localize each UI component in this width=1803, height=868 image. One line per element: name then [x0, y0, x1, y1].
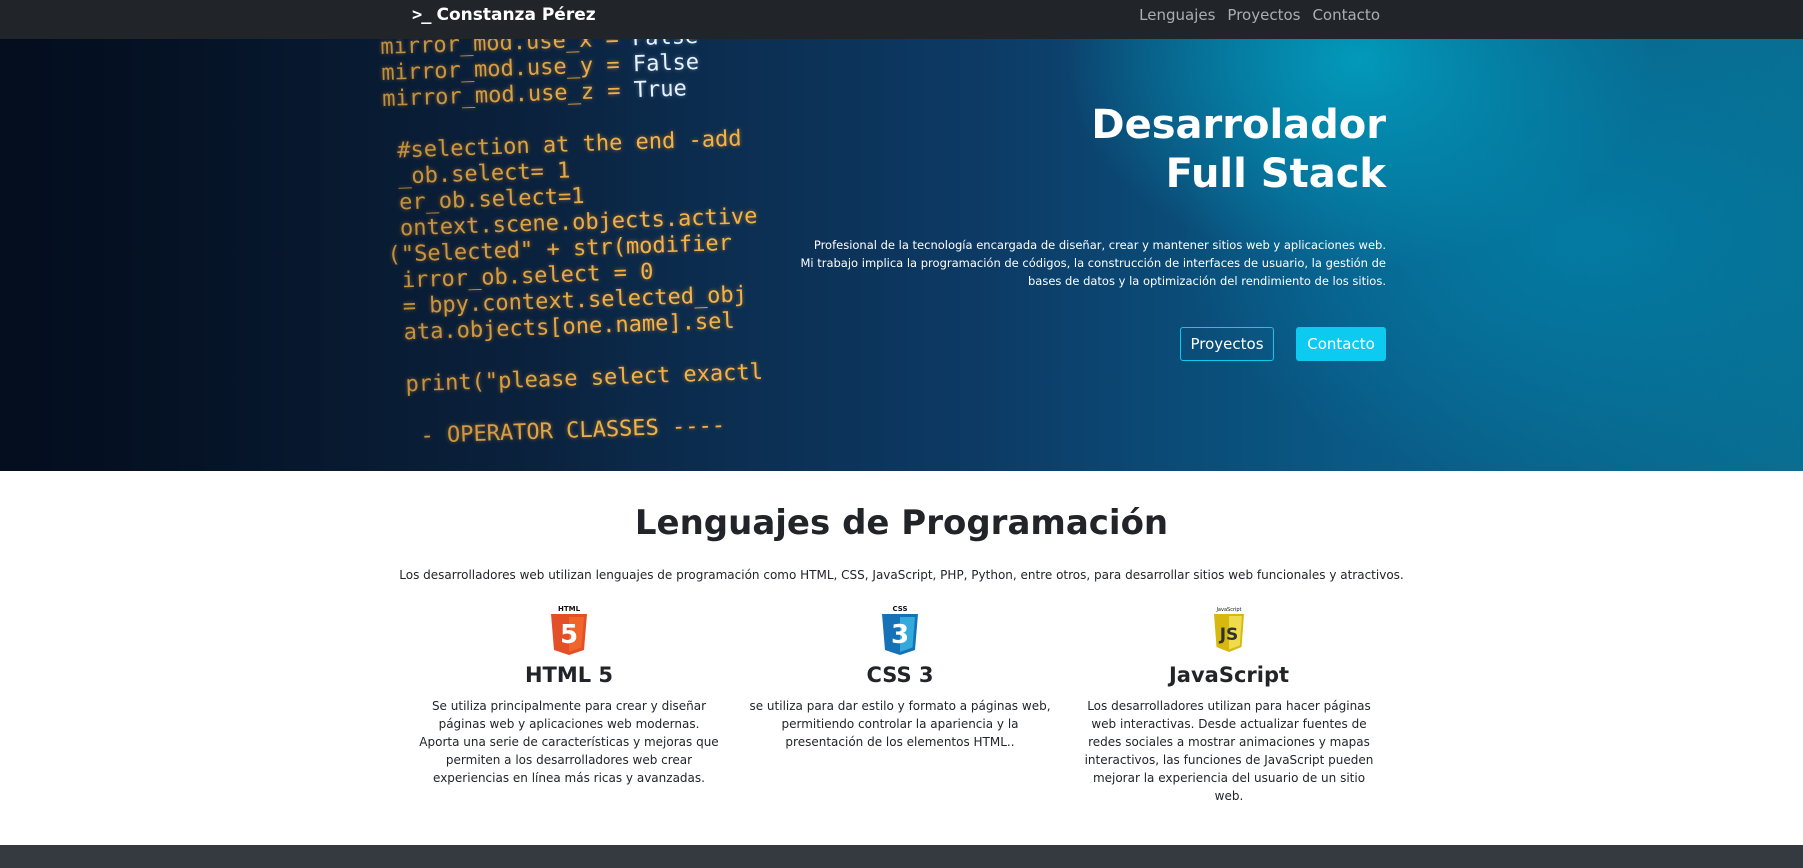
css3-icon-glyph: 3	[891, 620, 909, 650]
navbar: >_ Constanza Pérez Lenguajes Proyectos C…	[0, 0, 1803, 39]
hero-section: mirror_mod.use_x = False mirror_mod.use_…	[0, 39, 1803, 471]
css3-icon-label: CSS	[892, 605, 907, 613]
nav-link-lenguajes[interactable]: Lenguajes	[1139, 6, 1215, 24]
javascript-icon: JavaScript JS	[1214, 607, 1244, 652]
hero-description-line2: Mi trabajo implica la programación de có…	[800, 256, 1386, 270]
nav-link-proyectos[interactable]: Proyectos	[1227, 6, 1300, 24]
hero-description: Profesional de la tecnología encargada d…	[766, 236, 1386, 290]
html5-icon-glyph: 5	[560, 620, 578, 650]
nav-links: Lenguajes Proyectos Contacto	[1139, 6, 1380, 24]
language-text-html: Se utiliza principalmente para crear y d…	[419, 699, 719, 785]
css3-icon: CSS 3	[882, 605, 918, 655]
brand-name: Constanza Pérez	[436, 5, 596, 25]
language-text-css: se utiliza para dar estilo y formato a p…	[749, 699, 1051, 749]
footer-bar	[0, 845, 1803, 868]
brand-link[interactable]: >_ Constanza Pérez	[412, 5, 596, 25]
language-card-css: CSS 3 CSS 3 se utiliza para dar estilo y…	[745, 604, 1055, 751]
hero-description-line3: bases de datos y la optimización del ren…	[1027, 274, 1386, 288]
html5-icon: HTML 5	[551, 605, 587, 655]
language-name-css: CSS 3	[866, 663, 934, 687]
hero-description-line1: Profesional de la tecnología encargada d…	[813, 238, 1386, 252]
hero-title-line1: Desarrolador	[1091, 102, 1386, 148]
terminal-icon: >_	[412, 5, 432, 25]
javascript-icon-glyph: JS	[1219, 625, 1239, 645]
nav-link-contacto[interactable]: Contacto	[1312, 6, 1380, 24]
hero-title-line2: Full Stack	[1165, 151, 1386, 197]
language-card-javascript: JavaScript JS JavaScript Los desarrollad…	[1074, 604, 1384, 805]
html5-icon-label: HTML	[558, 605, 581, 613]
language-text-javascript: Los desarrolladores utilizan para hacer …	[1084, 699, 1374, 803]
javascript-icon-label: JavaScript	[1215, 607, 1241, 613]
language-card-html: HTML 5 HTML 5 Se utiliza principalmente …	[414, 604, 724, 787]
proyectos-button[interactable]: Proyectos	[1180, 327, 1274, 361]
hero-title: Desarrolador Full Stack	[1091, 101, 1386, 199]
languages-title: Lenguajes de Programación	[634, 503, 1169, 543]
languages-description: Los desarrolladores web utilizan lenguaj…	[399, 568, 1404, 582]
language-name-html: HTML 5	[524, 663, 614, 687]
language-name-javascript: JavaScript	[1168, 663, 1290, 687]
contacto-button[interactable]: Contacto	[1296, 327, 1386, 361]
